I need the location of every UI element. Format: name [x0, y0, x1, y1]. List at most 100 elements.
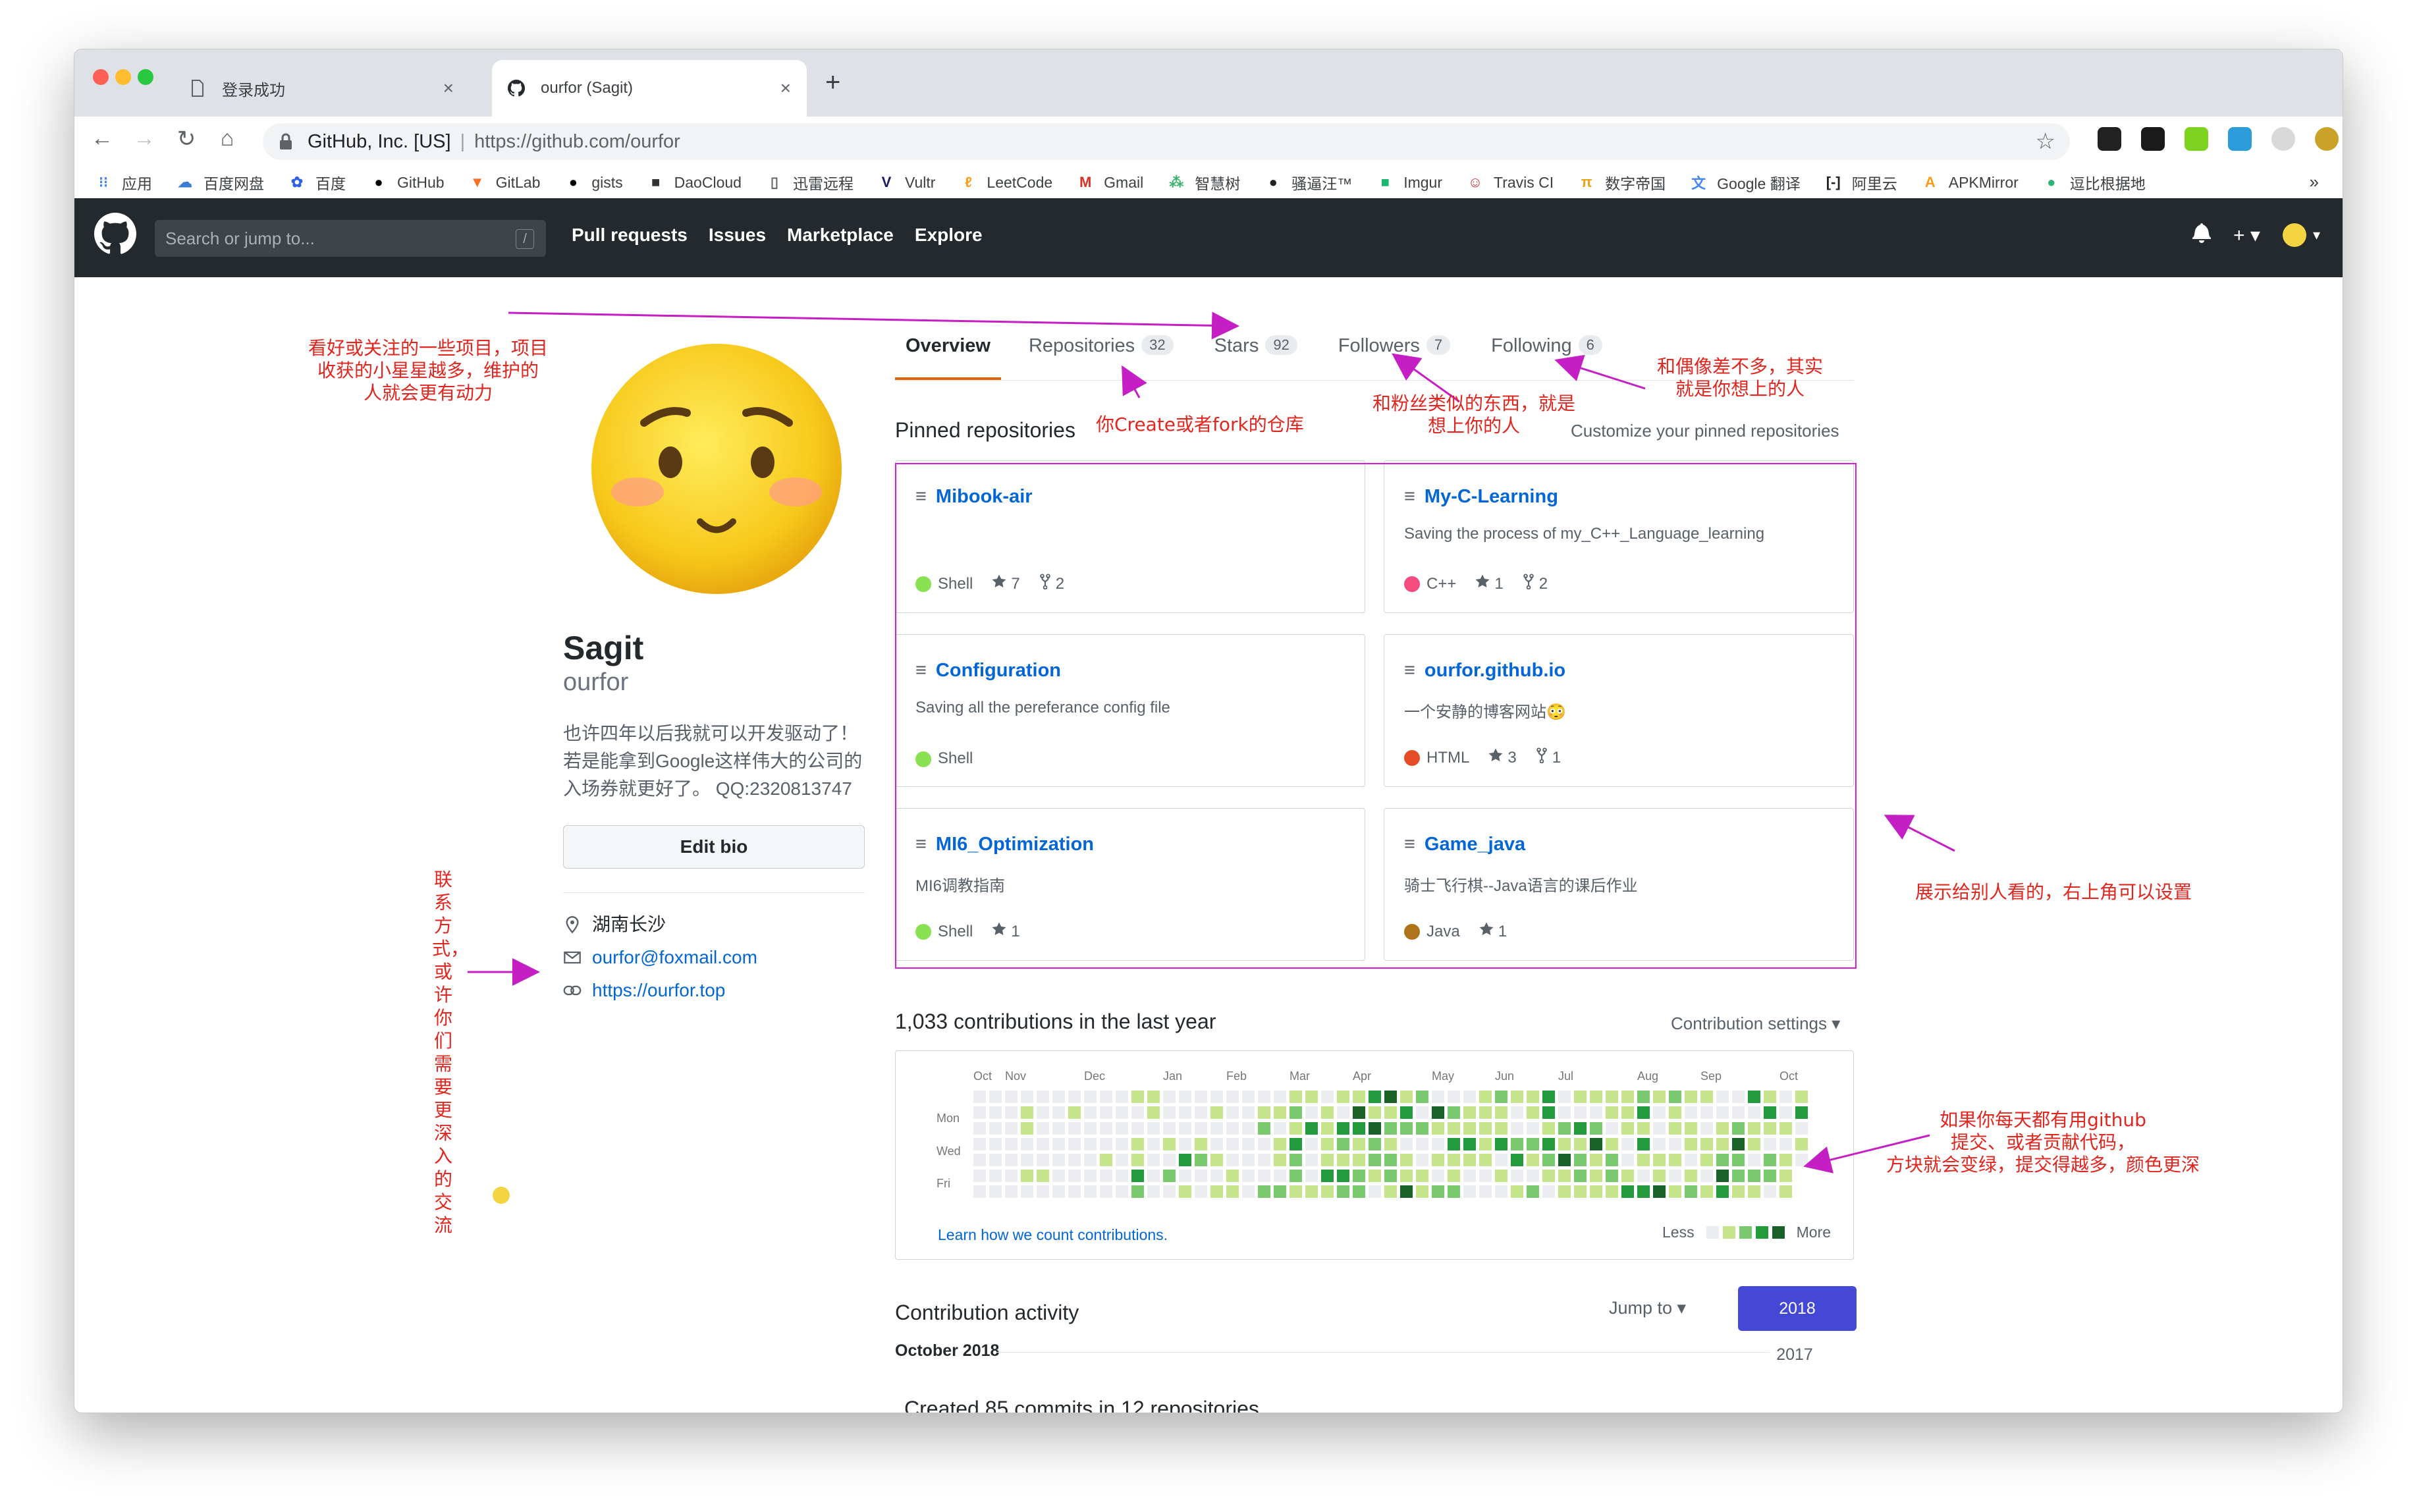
contribution-day[interactable] — [1511, 1170, 1523, 1182]
contribution-day[interactable] — [1590, 1170, 1602, 1182]
contribution-day[interactable] — [1131, 1170, 1144, 1182]
contribution-day[interactable] — [1716, 1122, 1729, 1135]
contribution-day[interactable] — [1195, 1154, 1207, 1166]
contribution-day[interactable] — [1716, 1091, 1729, 1103]
contribution-day[interactable] — [1116, 1154, 1128, 1166]
new-tab-icon[interactable]: + — [825, 68, 840, 97]
contribution-day[interactable] — [1779, 1154, 1792, 1166]
contribution-day[interactable] — [1764, 1170, 1776, 1182]
contribution-day[interactable] — [1432, 1091, 1444, 1103]
contribution-day[interactable] — [1637, 1170, 1650, 1182]
contribution-day[interactable] — [1432, 1122, 1444, 1135]
contribution-day[interactable] — [1637, 1122, 1650, 1135]
contribution-day[interactable] — [1274, 1154, 1286, 1166]
contribution-day[interactable] — [1210, 1154, 1223, 1166]
contribution-day[interactable] — [1590, 1106, 1602, 1119]
contribution-day[interactable] — [1100, 1122, 1112, 1135]
contribution-day[interactable] — [1147, 1138, 1160, 1150]
contribution-day[interactable] — [1795, 1122, 1808, 1135]
contribution-day[interactable] — [1163, 1138, 1176, 1150]
contribution-day[interactable] — [1479, 1185, 1492, 1198]
contribution-day[interactable] — [1210, 1185, 1223, 1198]
contribution-day[interactable] — [1700, 1185, 1713, 1198]
contribution-day[interactable] — [1685, 1138, 1697, 1150]
contribution-day[interactable] — [1021, 1122, 1033, 1135]
contribution-day[interactable] — [1748, 1091, 1760, 1103]
contribution-day[interactable] — [1416, 1106, 1428, 1119]
contribution-day[interactable] — [1606, 1106, 1618, 1119]
contribution-day[interactable] — [1353, 1154, 1365, 1166]
contribution-day[interactable] — [1305, 1185, 1318, 1198]
address-bar[interactable]: GitHub, Inc. [US] | https://github.com/o… — [263, 123, 2070, 160]
contribution-day[interactable] — [1432, 1185, 1444, 1198]
contribution-day[interactable] — [1716, 1170, 1729, 1182]
extension-icon[interactable] — [2098, 127, 2121, 151]
contribution-day[interactable] — [1669, 1185, 1681, 1198]
contribution-day[interactable] — [1147, 1122, 1160, 1135]
contribution-day[interactable] — [1463, 1122, 1476, 1135]
contribution-day[interactable] — [1448, 1170, 1460, 1182]
contribution-day[interactable] — [1764, 1185, 1776, 1198]
contribution-day[interactable] — [1574, 1106, 1587, 1119]
contribution-day[interactable] — [1226, 1154, 1239, 1166]
contribution-day[interactable] — [1321, 1122, 1334, 1135]
contribution-day[interactable] — [1274, 1170, 1286, 1182]
contribution-day[interactable] — [1653, 1091, 1666, 1103]
bookmarks-more[interactable]: » — [2310, 172, 2319, 192]
contribution-day[interactable] — [1685, 1091, 1697, 1103]
contribution-day[interactable] — [1369, 1170, 1381, 1182]
contribution-day[interactable] — [1163, 1185, 1176, 1198]
contribution-day[interactable] — [1163, 1170, 1176, 1182]
contribution-day[interactable] — [989, 1185, 1002, 1198]
contribution-day[interactable] — [1226, 1122, 1239, 1135]
learn-contributions-link[interactable]: Learn how we count contributions. — [938, 1226, 1168, 1244]
contribution-day[interactable] — [1700, 1138, 1713, 1150]
contribution-day[interactable] — [1131, 1122, 1144, 1135]
edit-bio-button[interactable]: Edit bio — [563, 825, 865, 869]
contribution-day[interactable] — [1748, 1106, 1760, 1119]
contribution-day[interactable] — [1337, 1106, 1349, 1119]
contribution-day[interactable] — [1574, 1154, 1587, 1166]
browser-tab[interactable]: 登录成功 × — [173, 60, 470, 117]
contribution-day[interactable] — [1511, 1154, 1523, 1166]
contribution-day[interactable] — [1131, 1106, 1144, 1119]
contribution-day[interactable] — [1242, 1091, 1255, 1103]
contribution-day[interactable] — [1400, 1170, 1413, 1182]
contribution-day[interactable] — [1005, 1106, 1018, 1119]
contribution-day[interactable] — [989, 1138, 1002, 1150]
contribution-day[interactable] — [1290, 1185, 1302, 1198]
contribution-day[interactable] — [973, 1106, 986, 1119]
contribution-day[interactable] — [1195, 1138, 1207, 1150]
contribution-day[interactable] — [1716, 1106, 1729, 1119]
contribution-day[interactable] — [1764, 1122, 1776, 1135]
contribution-day[interactable] — [1416, 1185, 1428, 1198]
close-tab-icon[interactable]: × — [780, 78, 791, 99]
zoom-window-button[interactable] — [138, 69, 153, 85]
contribution-day[interactable] — [1369, 1138, 1381, 1150]
contribution-day[interactable] — [1226, 1106, 1239, 1119]
contribution-day[interactable] — [1558, 1091, 1571, 1103]
contribution-day[interactable] — [1590, 1122, 1602, 1135]
tab-followers[interactable]: Followers 7 — [1325, 335, 1463, 380]
contribution-day[interactable] — [1495, 1122, 1507, 1135]
contribution-day[interactable] — [1179, 1154, 1191, 1166]
contribution-day[interactable] — [1290, 1170, 1302, 1182]
contribution-day[interactable] — [1574, 1170, 1587, 1182]
contribution-day[interactable] — [1037, 1091, 1049, 1103]
contribution-day[interactable] — [1179, 1185, 1191, 1198]
contribution-day[interactable] — [1100, 1106, 1112, 1119]
contribution-day[interactable] — [973, 1122, 986, 1135]
bookmark-item[interactable]: ✿ 百度 — [288, 171, 346, 194]
contribution-day[interactable] — [1369, 1185, 1381, 1198]
contribution-day[interactable] — [1748, 1122, 1760, 1135]
contribution-day[interactable] — [1732, 1170, 1745, 1182]
contribution-day[interactable] — [1732, 1122, 1745, 1135]
contribution-day[interactable] — [1779, 1170, 1792, 1182]
contribution-day[interactable] — [1527, 1091, 1539, 1103]
contribution-day[interactable] — [1637, 1106, 1650, 1119]
contribution-day[interactable] — [1621, 1154, 1634, 1166]
contribution-day[interactable] — [1416, 1170, 1428, 1182]
contribution-day[interactable] — [1052, 1185, 1065, 1198]
contribution-day[interactable] — [1258, 1185, 1270, 1198]
contribution-day[interactable] — [1353, 1185, 1365, 1198]
